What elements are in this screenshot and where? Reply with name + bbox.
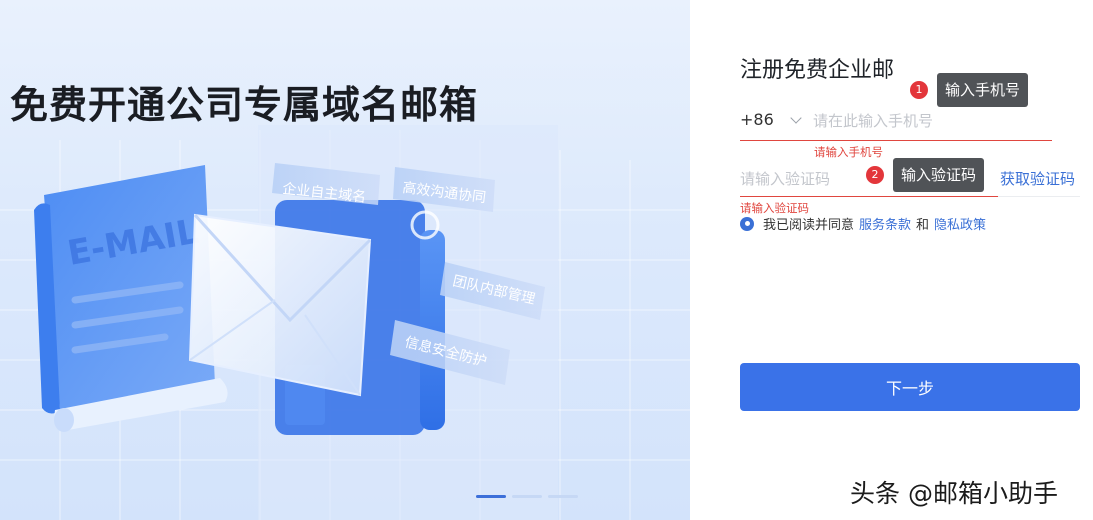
next-step-button[interactable]: 下一步: [740, 363, 1080, 411]
agree-text: 我已阅读并同意: [763, 218, 855, 233]
privacy-link[interactable]: 隐私政策: [934, 214, 986, 233]
watermark: 头条 @邮箱小助手: [850, 479, 1058, 508]
carousel-dot[interactable]: [476, 495, 506, 498]
annotation-tooltip: 输入手机号: [937, 73, 1029, 107]
hero-banner: E-MAIL 企业自主域名 高效沟通协同 团队内部管理 信息安全防护 免费开通公…: [0, 0, 690, 520]
form-title: 注册免费企业邮: [740, 58, 895, 83]
get-code-button[interactable]: 获取验证码: [1000, 168, 1075, 189]
carousel-dot[interactable]: [548, 495, 578, 498]
carousel-indicator[interactable]: [476, 495, 578, 498]
phone-error-text: 请输入手机号: [814, 145, 883, 159]
hero-title: 免费开通公司专属域名邮箱: [10, 83, 479, 127]
agreement-row: 我已阅读并同意 服务条款 和 隐私政策: [740, 214, 986, 233]
register-panel: 注册免费企业邮 +86 请输入手机号 获取验证码 请输入验证码 我已阅读并同意 …: [690, 0, 1093, 520]
chevron-down-icon: [790, 111, 802, 124]
divider: [998, 196, 1080, 197]
carousel-dot[interactable]: [512, 495, 542, 498]
annotation-marker: 2: [866, 166, 884, 184]
terms-link[interactable]: 服务条款: [859, 214, 911, 233]
country-code-select[interactable]: +86: [740, 110, 802, 129]
annotation-marker: 1: [910, 81, 928, 99]
and-text: 和: [916, 218, 930, 233]
verification-code-input[interactable]: [740, 166, 880, 192]
agree-radio[interactable]: [740, 216, 754, 231]
phone-input[interactable]: [813, 108, 1043, 134]
annotation-tooltip: 输入验证码: [893, 158, 985, 192]
country-code-value: +86: [740, 110, 774, 129]
